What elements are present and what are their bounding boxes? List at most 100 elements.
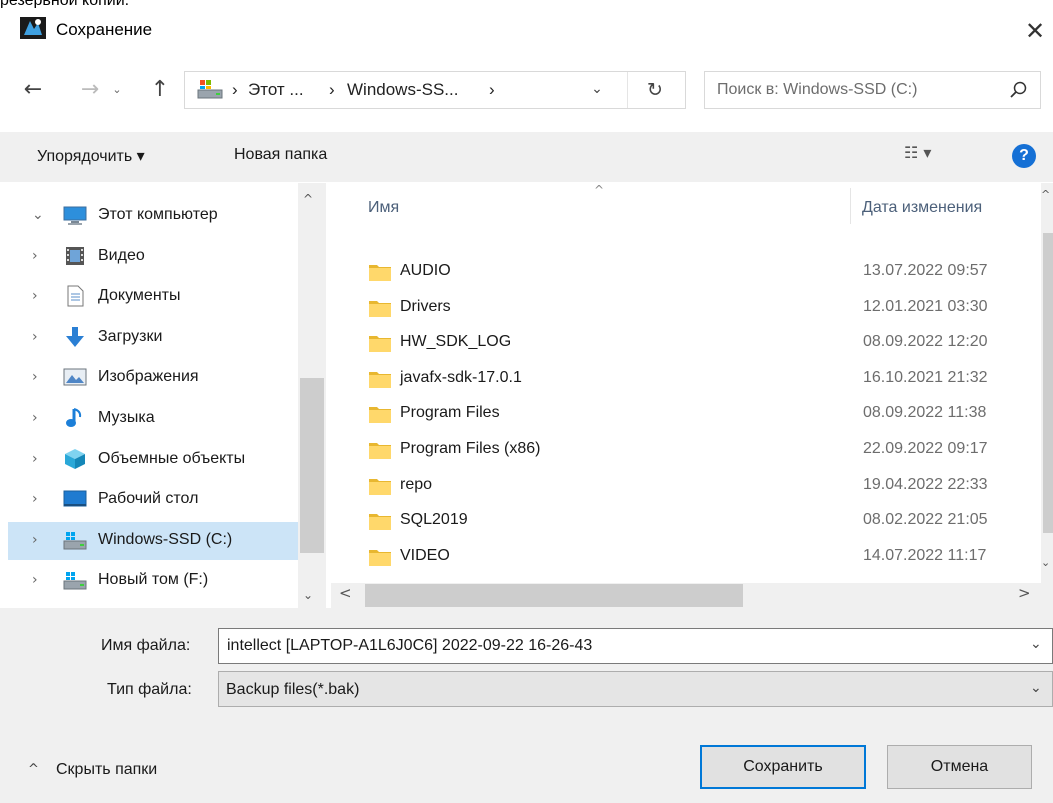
- sidebar-item-label: Рабочий стол: [98, 490, 199, 508]
- sidebar-item[interactable]: › Изображения: [8, 359, 298, 397]
- sidebar-item[interactable]: › Объемные объекты: [8, 441, 298, 479]
- column-header-date-modified[interactable]: Дата изменения: [862, 199, 982, 217]
- folder-icon: [368, 510, 392, 532]
- table-row[interactable]: javafx-sdk-17.0.1 16.10.2021 21:32: [360, 362, 1040, 398]
- breadcrumb-separator[interactable]: ›: [489, 80, 495, 100]
- filename-label: Имя файла:: [101, 637, 191, 654]
- window-title: Сохранение: [56, 20, 153, 39]
- chevron-down-icon[interactable]: ⌄: [32, 207, 44, 223]
- table-row[interactable]: Drivers 12.01.2021 03:30: [360, 291, 1040, 327]
- organize-button[interactable]: Упорядочить ▾: [37, 146, 145, 166]
- sidebar-item[interactable]: ⌄ Этот компьютер: [8, 197, 298, 235]
- back-button[interactable]: ←: [18, 73, 48, 107]
- scroll-right-button[interactable]: >: [1018, 584, 1031, 602]
- file-name: repo: [400, 475, 433, 493]
- folder-icon: [368, 403, 392, 425]
- filename-input[interactable]: [218, 628, 1053, 664]
- title-bar: [0, 8, 1053, 58]
- chevron-right-icon[interactable]: ›: [32, 288, 38, 304]
- recent-locations-button[interactable]: ⌄: [108, 73, 126, 107]
- file-name: VIDEO: [400, 546, 450, 564]
- search-placeholder: Поиск в: Windows-SSD (C:): [717, 81, 918, 98]
- file-date-modified: 08.02.2022 21:05: [863, 511, 988, 529]
- folder-icon: [368, 475, 392, 497]
- sidebar-item-label: Объемные объекты: [98, 449, 246, 467]
- scroll-up-button[interactable]: ^: [303, 192, 313, 206]
- horizontal-scrollbar-thumb[interactable]: [365, 584, 743, 607]
- new-folder-button[interactable]: Новая папка: [234, 146, 327, 164]
- chevron-right-icon[interactable]: ›: [32, 369, 38, 385]
- pictures-icon: [63, 366, 87, 388]
- sidebar-item[interactable]: › Видео: [8, 238, 298, 276]
- scroll-up-button[interactable]: ^: [1041, 188, 1050, 201]
- file-name: Program Files (x86): [400, 440, 541, 457]
- save-button[interactable]: Сохранить: [700, 745, 866, 789]
- table-row[interactable]: VIDEO 14.07.2022 11:17: [360, 540, 1040, 576]
- file-name: HW_SDK_LOG: [400, 333, 512, 351]
- table-row[interactable]: repo 19.04.2022 22:33: [360, 469, 1040, 505]
- breadcrumb-separator[interactable]: ›: [329, 80, 335, 100]
- file-date-modified: 08.09.2022 11:38: [863, 404, 987, 422]
- refresh-button[interactable]: ↻: [638, 75, 672, 105]
- chevron-right-icon[interactable]: ›: [32, 329, 38, 345]
- breadcrumb-windows-ssd[interactable]: Windows-SS...: [347, 80, 458, 100]
- search-icon[interactable]: [1008, 79, 1030, 101]
- chevron-right-icon[interactable]: ›: [32, 248, 38, 264]
- filetype-label: Тип файла:: [107, 681, 192, 698]
- breadcrumb-this-pc[interactable]: Этот ...: [248, 80, 304, 100]
- sidebar-item[interactable]: › Новый том (F:): [8, 562, 298, 600]
- sidebar-item-label: Видео: [98, 246, 145, 264]
- command-bar: [0, 132, 1053, 182]
- file-name: Drivers: [400, 297, 451, 315]
- folder-icon: [368, 297, 392, 319]
- sidebar-item-label: Документы: [98, 287, 181, 305]
- filename-dropdown-button[interactable]: ⌄: [1030, 636, 1042, 652]
- chevron-right-icon[interactable]: ›: [32, 491, 38, 507]
- navigation-scrollbar-thumb[interactable]: [300, 378, 324, 553]
- hide-folders-button[interactable]: Скрыть папки: [56, 761, 157, 779]
- close-button[interactable]: ✕: [1018, 14, 1052, 48]
- scroll-down-button[interactable]: ⌄: [303, 588, 313, 602]
- table-row[interactable]: HW_SDK_LOG 08.09.2022 12:20: [360, 326, 1040, 362]
- sidebar-item-label: Изображения: [98, 368, 199, 386]
- scroll-down-button[interactable]: ⌄: [1041, 556, 1050, 569]
- column-divider[interactable]: [850, 188, 851, 224]
- file-date-modified: 12.01.2021 03:30: [863, 297, 988, 315]
- sidebar-item[interactable]: › Windows-SSD (C:): [8, 521, 298, 560]
- help-button[interactable]: ?: [1012, 144, 1036, 168]
- sidebar-item[interactable]: › Музыка: [8, 400, 298, 438]
- divider: [627, 72, 628, 108]
- table-row[interactable]: Program Files 08.09.2022 11:38: [360, 397, 1040, 433]
- sidebar-item-label: Новый том (F:): [98, 571, 209, 589]
- forward-button[interactable]: →: [75, 73, 105, 107]
- sidebar-item[interactable]: › Рабочий стол: [8, 481, 298, 519]
- vertical-scrollbar-thumb[interactable]: [1043, 233, 1053, 533]
- table-row[interactable]: Program Files (x86) 22.09.2022 09:17: [360, 433, 1040, 469]
- chevron-up-icon[interactable]: ^: [28, 762, 39, 777]
- file-name: SQL2019: [400, 511, 468, 529]
- filetype-dropdown-button[interactable]: ⌄: [1030, 680, 1042, 696]
- address-dropdown-button[interactable]: ⌄: [582, 80, 612, 97]
- folder-icon: [368, 261, 392, 283]
- folder-icon: [368, 546, 392, 568]
- table-row[interactable]: SQL2019 08.02.2022 21:05: [360, 504, 1040, 540]
- sidebar-item[interactable]: › Загрузки: [8, 319, 298, 357]
- chevron-right-icon[interactable]: ›: [32, 572, 38, 588]
- up-button[interactable]: ↑: [145, 73, 175, 107]
- computer-icon: [63, 204, 87, 226]
- chevron-right-icon[interactable]: ›: [32, 410, 38, 426]
- scroll-left-button[interactable]: <: [339, 584, 352, 602]
- drive-icon: [63, 529, 87, 551]
- file-date-modified: 14.07.2022 11:17: [863, 546, 987, 564]
- view-options-button[interactable]: ☷ ▾: [904, 143, 964, 169]
- chevron-right-icon[interactable]: ›: [32, 532, 38, 548]
- video-icon: [63, 245, 87, 267]
- chevron-right-icon[interactable]: ›: [32, 451, 38, 467]
- desktop-icon: [63, 488, 87, 510]
- cancel-button[interactable]: Отмена: [887, 745, 1032, 789]
- table-row[interactable]: AUDIO 13.07.2022 09:57: [360, 255, 1040, 291]
- sidebar-item[interactable]: › Документы: [8, 278, 298, 316]
- column-header-name[interactable]: Имя: [368, 199, 399, 217]
- music-icon: [63, 407, 87, 429]
- drive-icon: [63, 569, 87, 591]
